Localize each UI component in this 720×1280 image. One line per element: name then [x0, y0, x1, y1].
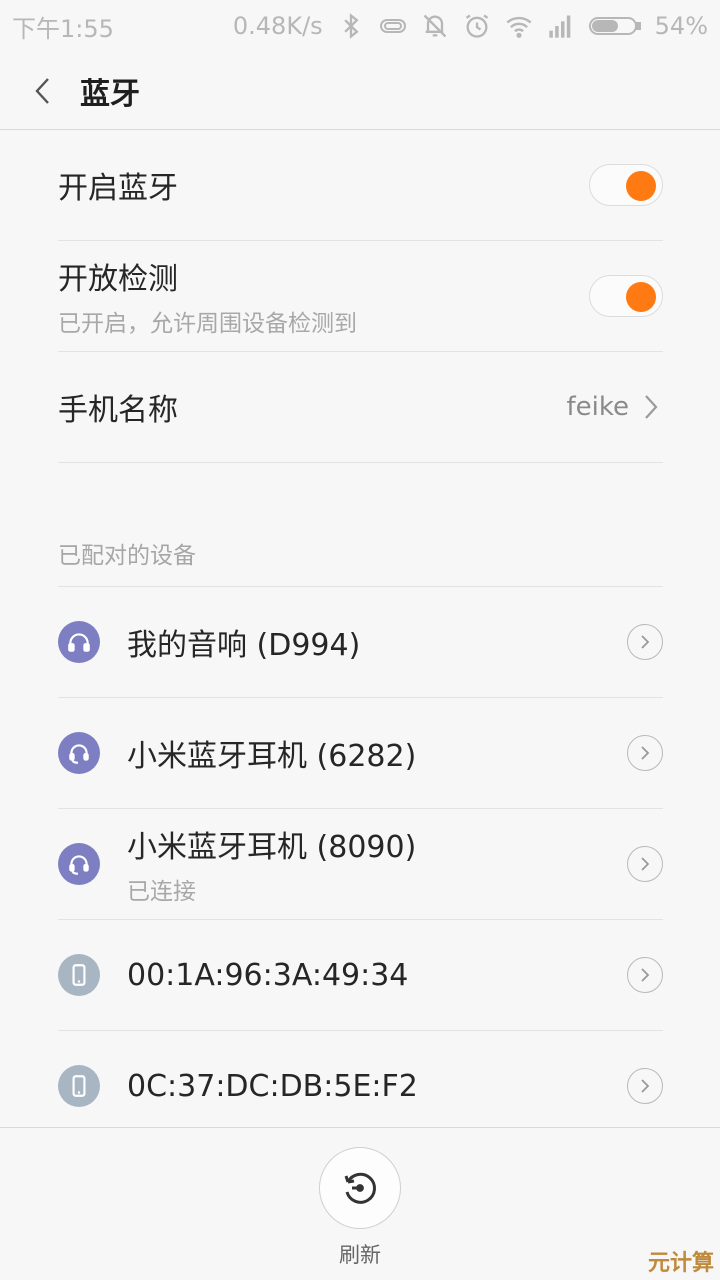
battery-icon [588, 12, 641, 40]
bluetooth-icon [337, 12, 365, 40]
headset-icon [58, 732, 100, 774]
paired-devices-header: 已配对的设备 [58, 520, 663, 587]
device-status: 已连接 [127, 879, 196, 905]
device-row[interactable]: 小米蓝牙耳机 (8090) 已连接 [58, 809, 663, 920]
device-name: 我的音响 (D994) [127, 628, 361, 663]
watermark-logo: 元计算 [647, 1251, 714, 1276]
status-icons: 0.48K/s 54% [233, 12, 708, 40]
vr-icon [379, 12, 407, 40]
vibrate-off-icon [421, 12, 449, 40]
device-detail-button[interactable] [627, 846, 663, 882]
headset-icon [58, 843, 100, 885]
title-bar: 蓝牙 [0, 52, 720, 130]
phone-name-label: 手机名称 [58, 393, 178, 428]
alarm-icon [463, 12, 491, 40]
signal-icon [547, 12, 575, 40]
toggle-knob [626, 171, 656, 201]
toggle-knob [626, 282, 656, 312]
device-row[interactable]: 我的音响 (D994) [58, 587, 663, 698]
net-speed: 0.48K/s [232, 12, 323, 40]
bluetooth-toggle-row[interactable]: 开启蓝牙 [58, 130, 663, 241]
back-icon[interactable] [28, 73, 58, 109]
device-name: 0C:37:DC:DB:5E:F2 [127, 1068, 418, 1104]
battery-percent: 54% [654, 12, 708, 40]
device-name: 小米蓝牙耳机 (8090) [127, 830, 417, 865]
bluetooth-toggle-label: 开启蓝牙 [58, 171, 178, 206]
page-title: 蓝牙 [80, 76, 140, 112]
device-row[interactable]: 0C:37:DC:DB:5E:F2 [58, 1031, 663, 1142]
chevron-right-icon [639, 392, 663, 422]
phone-icon [58, 1065, 100, 1107]
wifi-icon [505, 12, 533, 40]
status-time: 下午1:55 [12, 14, 114, 43]
discoverable-sub: 已开启，允许周围设备检测到 [58, 311, 357, 337]
bluetooth-settings-screen: 下午1:55 0.48K/s 54% 蓝牙 开启蓝牙 开放检测 已开启，允许周围… [0, 0, 720, 1280]
device-name: 00:1A:96:3A:49:34 [127, 957, 409, 993]
refresh-button[interactable] [319, 1147, 401, 1229]
refresh-icon [344, 1172, 376, 1204]
device-name: 小米蓝牙耳机 (6282) [127, 739, 417, 774]
phone-name-row[interactable]: 手机名称 feike [58, 352, 663, 463]
refresh-label: 刷新 [339, 1243, 381, 1267]
device-detail-button[interactable] [627, 735, 663, 771]
device-row[interactable]: 小米蓝牙耳机 (6282) [58, 698, 663, 809]
device-row[interactable]: 00:1A:96:3A:49:34 [58, 920, 663, 1031]
bluetooth-toggle[interactable] [589, 164, 663, 206]
settings-list: 开启蓝牙 开放检测 已开启，允许周围设备检测到 手机名称 feike [58, 130, 663, 463]
phone-name-value: feike [566, 392, 630, 422]
headphones-icon [58, 621, 100, 663]
device-detail-button[interactable] [627, 1068, 663, 1104]
discoverable-label: 开放检测 [58, 262, 178, 297]
device-detail-button[interactable] [627, 624, 663, 660]
bottom-action-bar: 刷新 [0, 1127, 720, 1280]
phone-icon [58, 954, 100, 996]
status-bar: 下午1:55 0.48K/s 54% [0, 0, 720, 52]
paired-device-list: 我的音响 (D994) 小米蓝牙耳机 (6282) 小米蓝牙耳机 (8090) [58, 587, 663, 1142]
discoverable-toggle-row[interactable]: 开放检测 已开启，允许周围设备检测到 [58, 241, 663, 352]
discoverable-toggle[interactable] [589, 275, 663, 317]
device-detail-button[interactable] [627, 957, 663, 993]
